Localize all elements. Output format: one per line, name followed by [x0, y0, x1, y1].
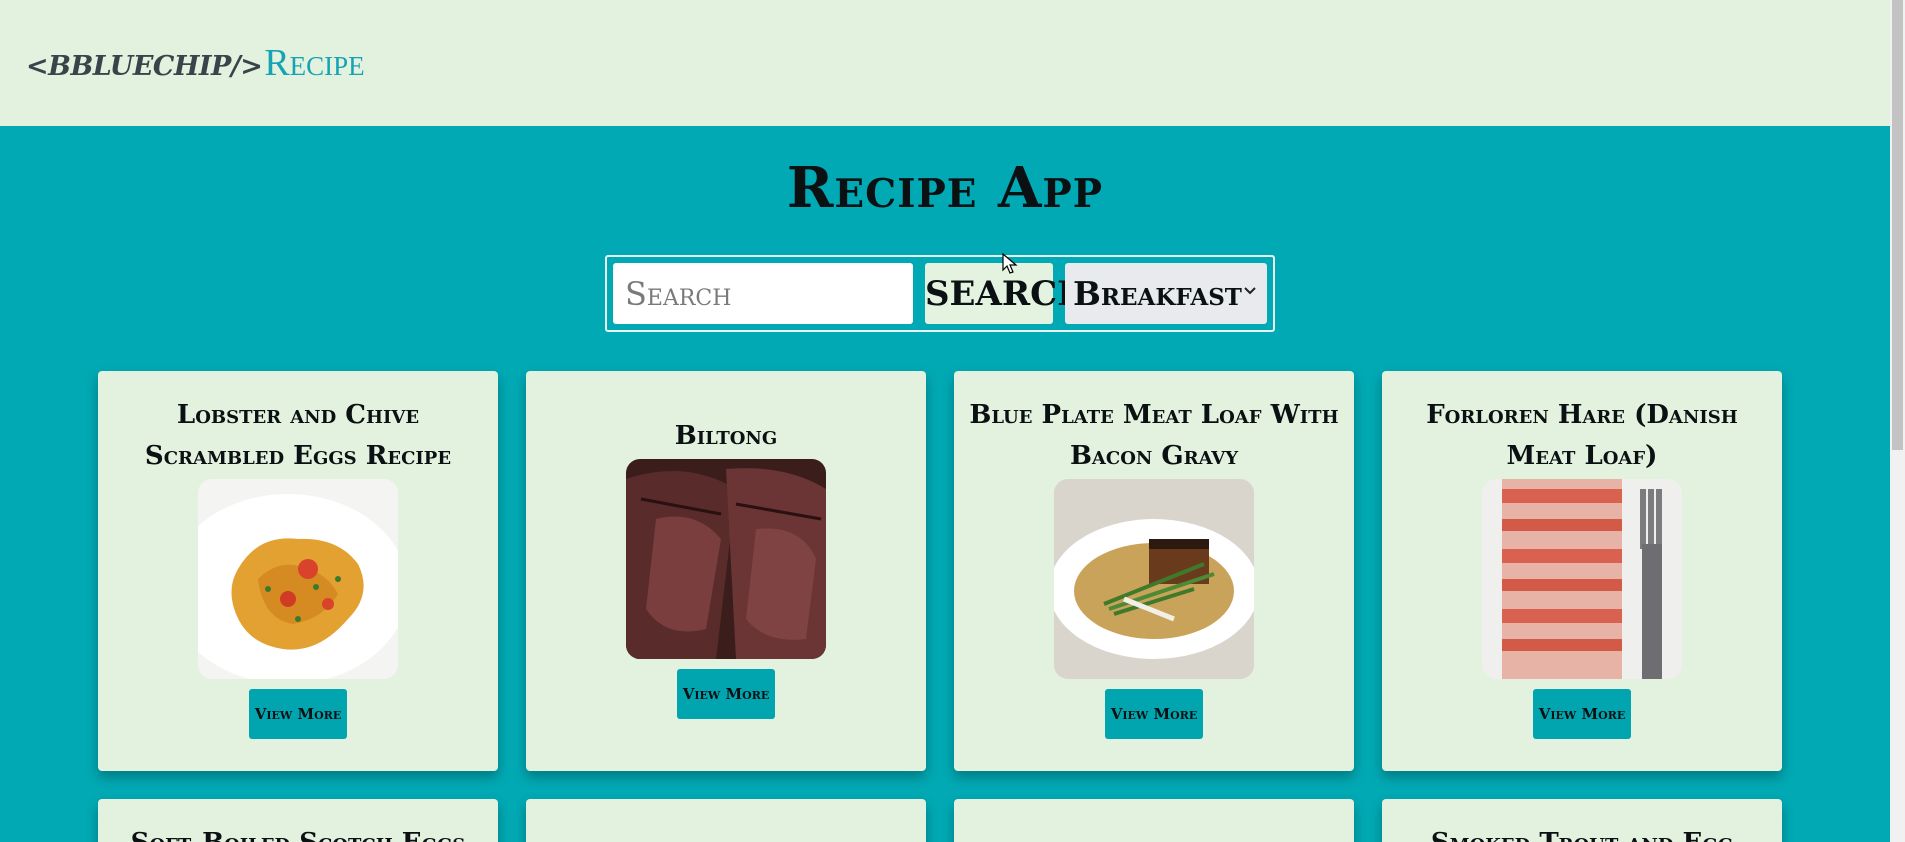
recipe-grid: Lobster and Chive Scrambled Eggs Recipe …	[98, 371, 1783, 842]
recipe-card: Lobster and Chive Scrambled Eggs Recipe …	[98, 371, 498, 771]
scrambled-eggs-image	[198, 479, 398, 679]
chevron-down-icon	[1244, 287, 1256, 295]
search-input[interactable]	[613, 263, 913, 324]
category-selected-value: Breakfast	[1073, 274, 1242, 313]
recipe-title: Blue Plate Meat Loaf With Bacon Gravy	[969, 400, 1339, 471]
bacon-meat-loaf-image	[1482, 479, 1682, 679]
biltong-image	[626, 459, 826, 659]
view-more-button[interactable]: View More	[1533, 689, 1631, 739]
recipe-card: Smoked Trout and Egg	[1382, 799, 1782, 842]
page-scrollbar[interactable]	[1890, 0, 1905, 842]
recipe-card: Blue Plate Meat Loaf With Bacon Gravy Vi…	[954, 371, 1354, 771]
search-form: SEARCH Breakfast	[605, 255, 1275, 332]
site-header: <BBLUECHIP /> Recipe	[0, 0, 1890, 126]
view-more-button[interactable]: View More	[1105, 689, 1203, 739]
view-more-button[interactable]: View More	[677, 669, 775, 719]
search-button[interactable]: SEARCH	[925, 263, 1089, 324]
meat-loaf-image	[1054, 479, 1254, 679]
brand-name: Recipe	[264, 42, 365, 84]
recipe-card	[954, 799, 1354, 842]
scrollbar-thumb[interactable]	[1892, 0, 1903, 450]
recipe-title: Smoked Trout and Egg	[1397, 823, 1767, 842]
recipe-title: Biltong	[674, 421, 778, 451]
view-more-button[interactable]: View More	[249, 689, 347, 739]
page-title: Recipe App	[786, 155, 1104, 221]
page: <BBLUECHIP /> Recipe Recipe App SEARCH B…	[0, 0, 1905, 842]
recipe-title: Soft-Boiled Scotch Eggs	[113, 823, 483, 842]
recipe-card: Soft-Boiled Scotch Eggs	[98, 799, 498, 842]
brand-logo-link[interactable]: <BBLUECHIP /> Recipe	[26, 41, 365, 85]
category-select[interactable]: Breakfast	[1065, 263, 1267, 324]
brand-code-close: />	[230, 51, 263, 82]
recipe-card: Biltong View More	[526, 371, 926, 771]
recipe-card	[526, 799, 926, 842]
recipe-title: Forloren Hare (Danish Meat Loaf)	[1426, 400, 1738, 471]
mouse-cursor-icon	[1002, 253, 1018, 274]
recipe-card: Forloren Hare (Danish Meat Loaf) View Mo…	[1382, 371, 1782, 771]
brand-code-text: <BBLUECHIP	[26, 51, 231, 82]
recipe-title: Lobster and Chive Scrambled Eggs Recipe	[144, 400, 452, 471]
